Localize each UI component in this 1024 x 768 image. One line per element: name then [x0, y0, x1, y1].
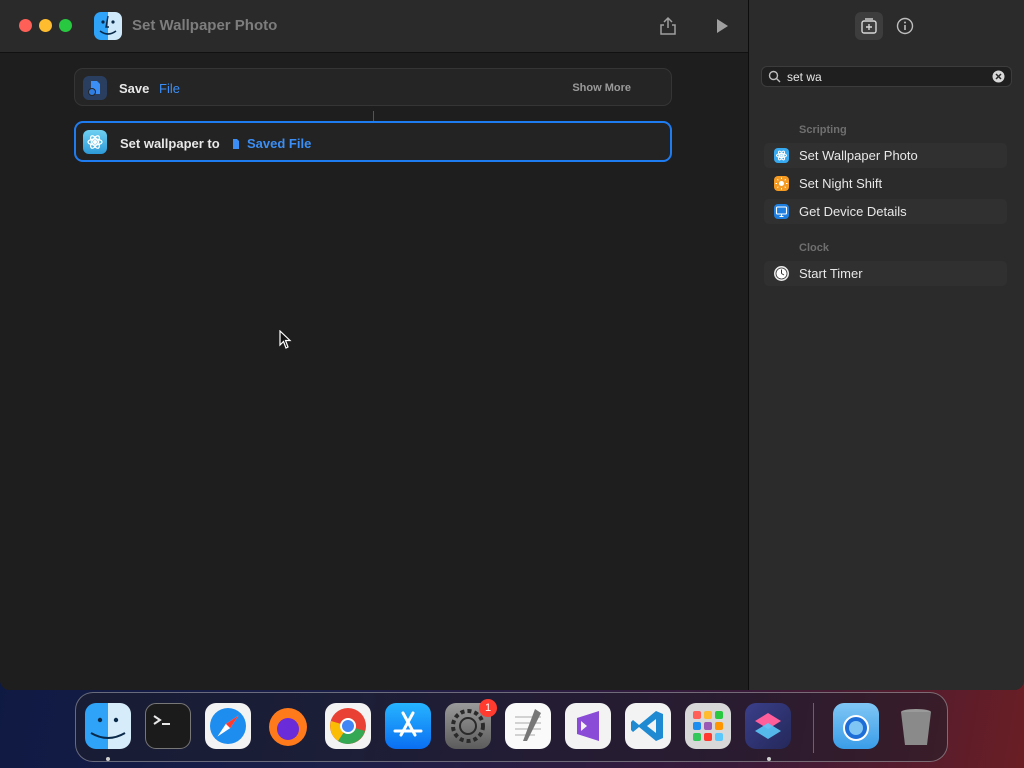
- search-input[interactable]: [787, 68, 987, 85]
- save-file-action-icon: [83, 76, 107, 100]
- dock-textedit[interactable]: [505, 703, 551, 749]
- action-library-sidebar: Scripting Set Wallpaper Photo: [749, 0, 1024, 690]
- result-label: Start Timer: [799, 266, 863, 281]
- desktop: Set Wallpaper Photo Save File Show More …: [0, 0, 1024, 768]
- finder-running-indicator: [106, 757, 110, 761]
- set-wallpaper-action[interactable]: Set wallpaper to Saved File: [74, 121, 672, 162]
- document-icon: [233, 138, 239, 149]
- monitor-icon: [775, 206, 788, 218]
- run-button[interactable]: [708, 12, 736, 40]
- dock-shortcuts[interactable]: [745, 703, 791, 749]
- shortcuts-icon: [755, 713, 781, 739]
- shortcuts-running-indicator: [767, 757, 771, 761]
- dock-app-store[interactable]: [385, 703, 431, 749]
- action-connector: [373, 111, 374, 121]
- shortcut-details-tab[interactable]: [891, 12, 919, 40]
- share-button[interactable]: [654, 12, 682, 40]
- shortcut-editor: Save File Show More Set wallpaper to Sav…: [0, 53, 748, 690]
- minimize-window-button[interactable]: [39, 19, 52, 32]
- document-icon: [88, 81, 100, 96]
- search-field[interactable]: [761, 66, 1012, 87]
- dock-downloads-folder[interactable]: [833, 703, 879, 749]
- result-label: Get Device Details: [799, 204, 907, 219]
- play-icon: [717, 19, 728, 33]
- file-parameter-token[interactable]: File: [159, 81, 180, 96]
- dock-separator: [813, 703, 814, 753]
- result-icon-container: [774, 204, 789, 219]
- dock-visual-studio[interactable]: [565, 703, 611, 749]
- chrome-icon: [330, 708, 366, 744]
- shortcuts-window: Set Wallpaper Photo Save File Show More …: [0, 0, 1024, 690]
- result-icon-container: [774, 148, 789, 163]
- dock-vscode[interactable]: [625, 703, 671, 749]
- info-icon: [896, 17, 914, 35]
- folder-icon: [843, 715, 869, 741]
- close-window-button[interactable]: [19, 19, 32, 32]
- share-icon: [660, 16, 676, 35]
- terminal-icon: [153, 715, 170, 725]
- dock-launchpad[interactable]: [685, 703, 731, 749]
- clear-search-icon[interactable]: [992, 70, 1005, 83]
- result-label: Set Wallpaper Photo: [799, 148, 918, 163]
- dock: 1: [75, 692, 948, 762]
- set-wallpaper-action-label: Set wallpaper to: [120, 136, 220, 151]
- section-header-scripting: Scripting: [799, 124, 847, 136]
- titlebar: Set Wallpaper Photo: [0, 0, 748, 53]
- save-file-action[interactable]: Save File Show More: [74, 68, 672, 106]
- save-action-label: Save: [119, 81, 150, 96]
- launchpad-icon: [693, 711, 723, 741]
- dock-chrome[interactable]: [325, 703, 371, 749]
- section-header-clock: Clock: [799, 242, 829, 254]
- app-store-icon: [393, 711, 423, 737]
- textedit-icon: [515, 709, 541, 741]
- result-label: Set Night Shift: [799, 176, 883, 191]
- sidebar-toolbar: [749, 0, 1024, 52]
- sun-icon: [775, 177, 788, 190]
- result-set-night-shift[interactable]: Set Night Shift: [764, 171, 1007, 196]
- firefox-icon: [269, 708, 307, 746]
- search-icon: [768, 70, 781, 83]
- trash-icon: [901, 709, 931, 745]
- notification-badge: 1: [479, 699, 497, 717]
- dock-firefox[interactable]: [265, 703, 311, 749]
- result-set-wallpaper-photo[interactable]: Set Wallpaper Photo: [764, 143, 1007, 168]
- mouse-cursor-icon: [279, 330, 292, 349]
- finder-icon: [90, 717, 126, 739]
- result-start-timer[interactable]: Start Timer: [764, 261, 1007, 286]
- action-library-tab[interactable]: [855, 12, 883, 40]
- dock-finder[interactable]: [85, 703, 131, 749]
- window-title: Set Wallpaper Photo: [132, 17, 278, 34]
- result-icon-container: [774, 176, 789, 191]
- result-icon-container: [774, 266, 789, 281]
- saved-file-token-label: Saved File: [247, 136, 312, 151]
- saved-file-variable-token[interactable]: Saved File: [230, 136, 311, 151]
- finder-app-icon: [94, 12, 122, 40]
- dock-safari[interactable]: [205, 703, 251, 749]
- vscode-icon: [631, 711, 663, 741]
- wallpaper-icon: [776, 150, 787, 161]
- visual-studio-icon: [577, 711, 599, 741]
- wallpaper-icon: [87, 135, 103, 149]
- dock-terminal[interactable]: [145, 703, 191, 749]
- zoom-window-button[interactable]: [59, 19, 72, 32]
- dock-trash[interactable]: [893, 703, 939, 749]
- timer-icon: [775, 267, 788, 280]
- result-get-device-details[interactable]: Get Device Details: [764, 199, 1007, 224]
- show-more-button[interactable]: Show More: [572, 82, 631, 94]
- compass-icon: [210, 708, 246, 744]
- add-action-icon: [861, 18, 877, 34]
- set-wallpaper-action-icon: [83, 130, 107, 154]
